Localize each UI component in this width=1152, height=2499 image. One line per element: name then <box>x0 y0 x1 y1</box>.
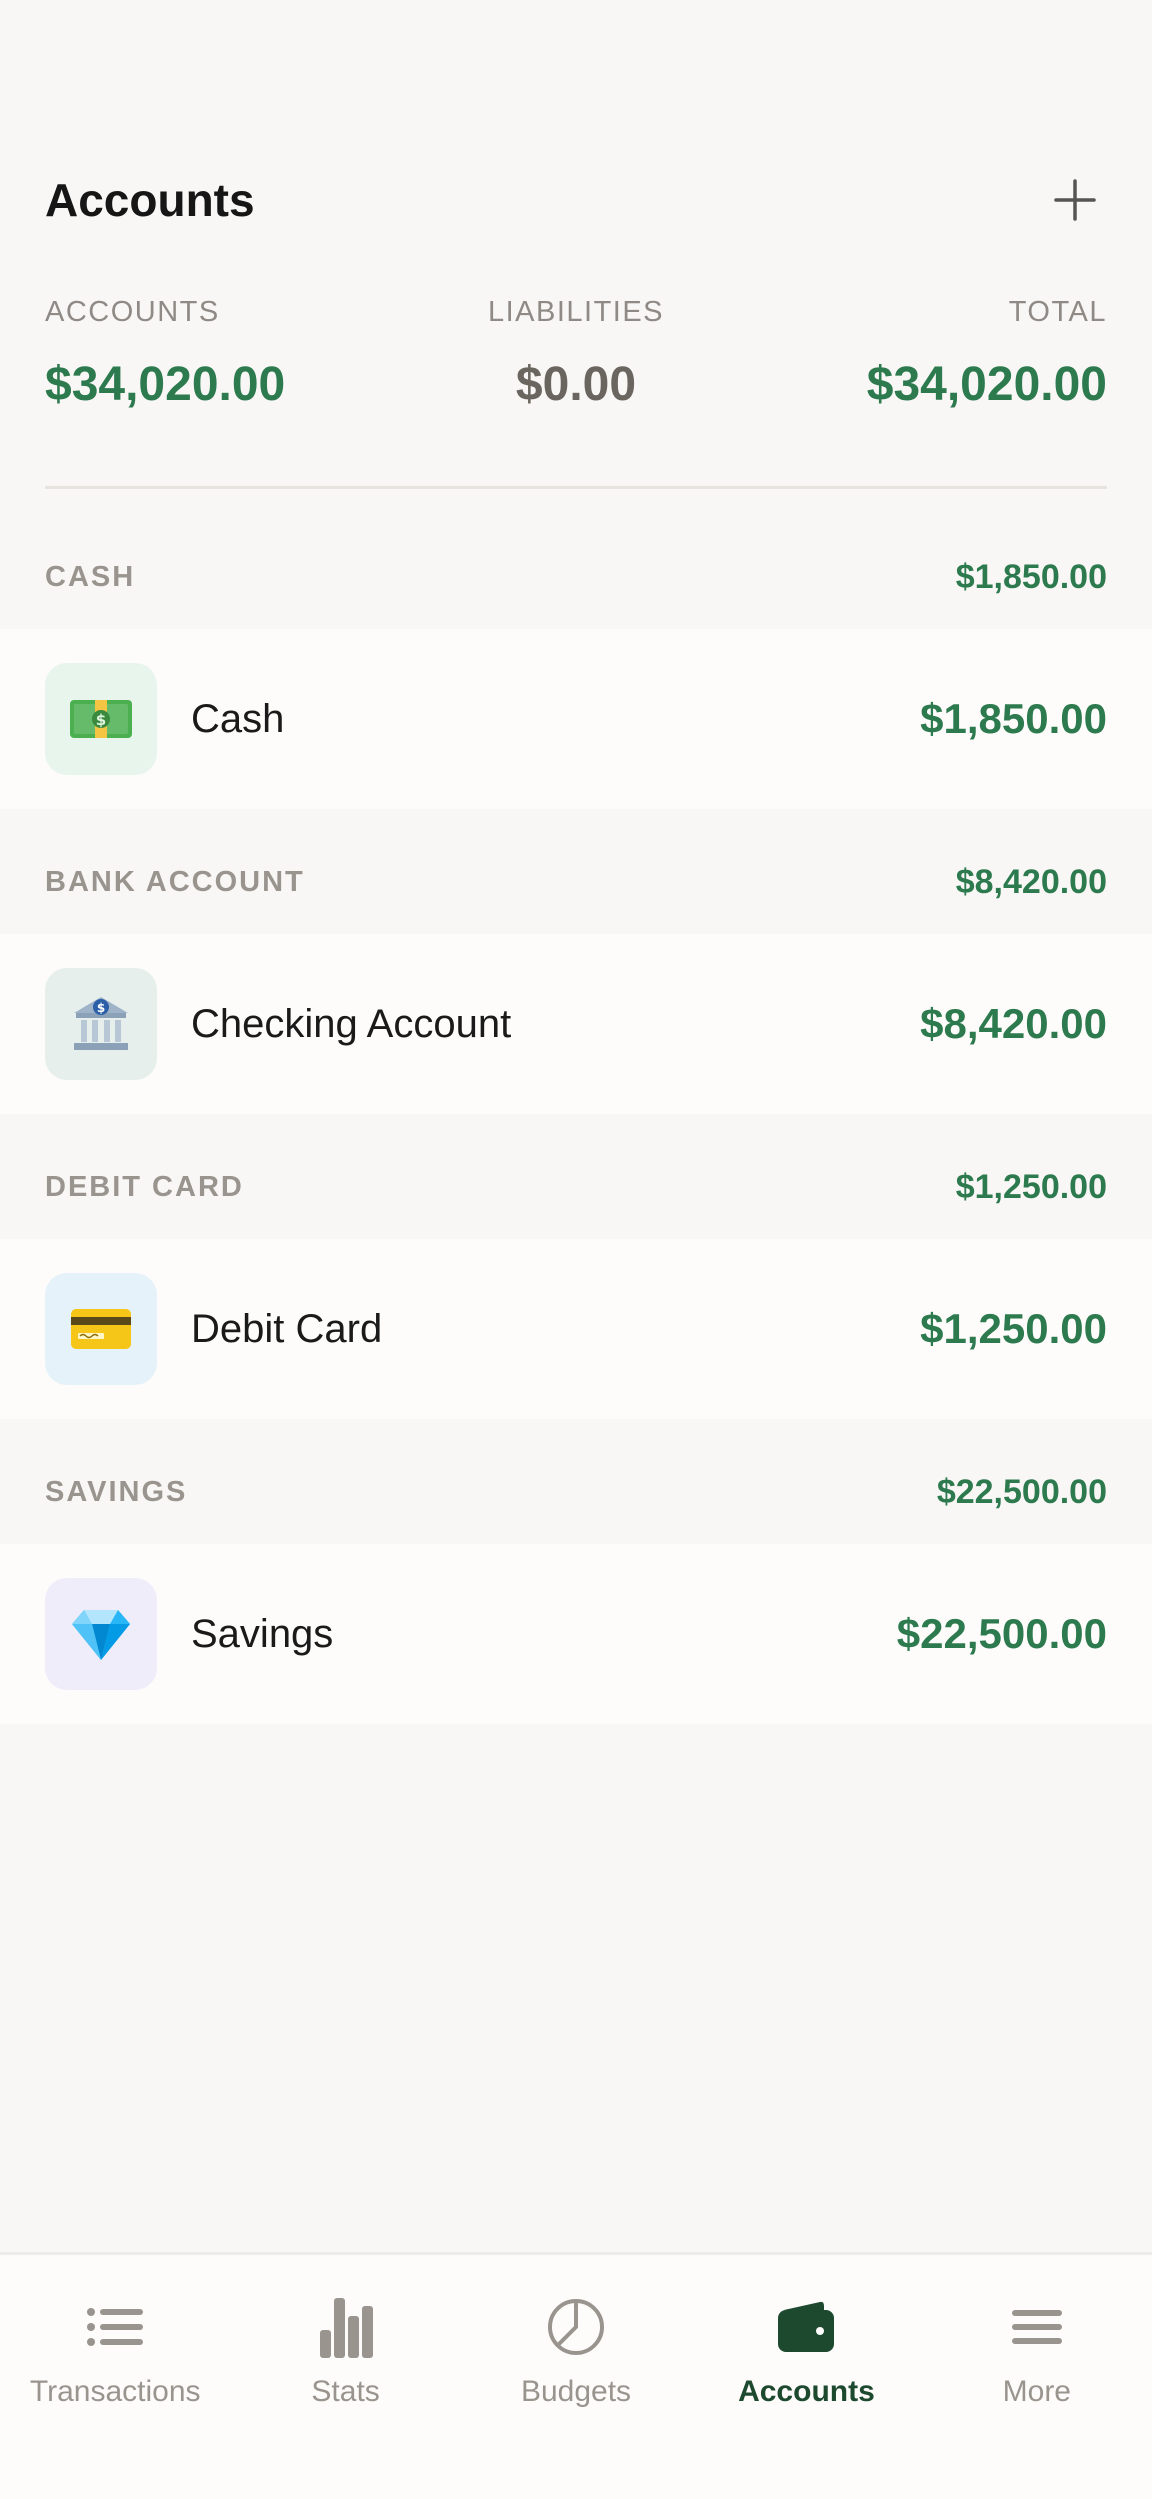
summary-label: LIABILITIES <box>487 296 665 328</box>
app-header: Accounts <box>45 160 1107 240</box>
group-total: $1,250.00 <box>955 1167 1107 1206</box>
nav-label: Stats <box>311 2375 380 2408</box>
account-amount: $1,250.00 <box>920 1305 1107 1352</box>
group-header-debit-card: DEBIT CARD $1,250.00 <box>0 1135 1152 1239</box>
nav-budgets[interactable]: Budgets <box>461 2255 691 2499</box>
group-name: SAVINGS <box>45 1475 188 1508</box>
account-amount: $1,850.00 <box>920 695 1107 742</box>
summary-value: $34,020.00 <box>45 358 286 411</box>
group-total: $1,850.00 <box>955 557 1107 596</box>
account-icon-box: $ <box>45 663 157 775</box>
account-amount: $22,500.00 <box>896 1610 1107 1657</box>
summary-liabilities: LIABILITIES $0.00 <box>488 296 664 412</box>
group-header-cash: CASH $1,850.00 <box>0 525 1152 629</box>
svg-text:$: $ <box>96 711 106 729</box>
nav-accounts[interactable]: Accounts <box>691 2255 921 2499</box>
summary-total: TOTAL $34,020.00 <box>867 296 1107 412</box>
gem-icon <box>72 1610 130 1660</box>
nav-label: Transactions <box>29 2375 201 2408</box>
bottom-nav: Transactions Stats Budgets Accounts More <box>0 2252 1152 2499</box>
summary-value: $34,020.00 <box>866 358 1107 411</box>
plus-icon <box>1054 179 1096 221</box>
nav-more[interactable]: More <box>922 2255 1152 2499</box>
bar-chart-icon <box>314 2295 378 2359</box>
account-name: Checking Account <box>191 1001 512 1046</box>
bank-icon: $ <box>74 997 128 1050</box>
group-total: $8,420.00 <box>955 862 1107 901</box>
nav-stats[interactable]: Stats <box>230 2255 460 2499</box>
menu-icon <box>1005 2295 1069 2359</box>
divider <box>45 486 1107 489</box>
summary-bar: ACCOUNTS $34,020.00 LIABILITIES $0.00 TO… <box>45 296 1107 412</box>
page-title: Accounts <box>45 174 255 226</box>
account-row-checking[interactable]: $ Checking Account $8,420.00 <box>0 934 1152 1114</box>
account-row-cash[interactable]: $ Cash $1,850.00 <box>0 629 1152 809</box>
wallet-icon <box>774 2295 838 2359</box>
account-name: Cash <box>191 696 285 741</box>
account-name: Debit Card <box>191 1306 383 1351</box>
nav-label: More <box>1002 2375 1071 2408</box>
group-total: $22,500.00 <box>936 1472 1107 1511</box>
svg-text:$: $ <box>97 1001 105 1015</box>
account-icon-box <box>45 1273 157 1385</box>
account-row-savings[interactable]: Savings $22,500.00 <box>0 1544 1152 1724</box>
nav-label: Budgets <box>520 2375 632 2408</box>
pie-chart-icon <box>544 2295 608 2359</box>
group-name: DEBIT CARD <box>45 1170 244 1203</box>
account-row-debit-card[interactable]: Debit Card $1,250.00 <box>0 1239 1152 1419</box>
account-name: Savings <box>191 1611 334 1656</box>
account-amount: $8,420.00 <box>920 1000 1107 1047</box>
summary-label: TOTAL <box>1008 296 1107 328</box>
account-icon-box: $ <box>45 968 157 1080</box>
group-header-savings: SAVINGS $22,500.00 <box>0 1440 1152 1544</box>
nav-label: Accounts <box>738 2375 875 2408</box>
group-header-bank-account: BANK ACCOUNT $8,420.00 <box>0 830 1152 934</box>
group-name: BANK ACCOUNT <box>45 865 305 898</box>
group-name: CASH <box>45 560 136 593</box>
account-icon-box <box>45 1578 157 1690</box>
add-account-button[interactable] <box>1043 168 1107 232</box>
nav-transactions[interactable]: Transactions <box>0 2255 230 2499</box>
summary-accounts: ACCOUNTS $34,020.00 <box>45 296 285 412</box>
summary-value: $0.00 <box>515 358 637 411</box>
money-bill-icon: $ <box>70 700 132 738</box>
credit-card-icon <box>71 1309 131 1349</box>
summary-label: ACCOUNTS <box>45 296 220 328</box>
list-icon <box>83 2295 147 2359</box>
